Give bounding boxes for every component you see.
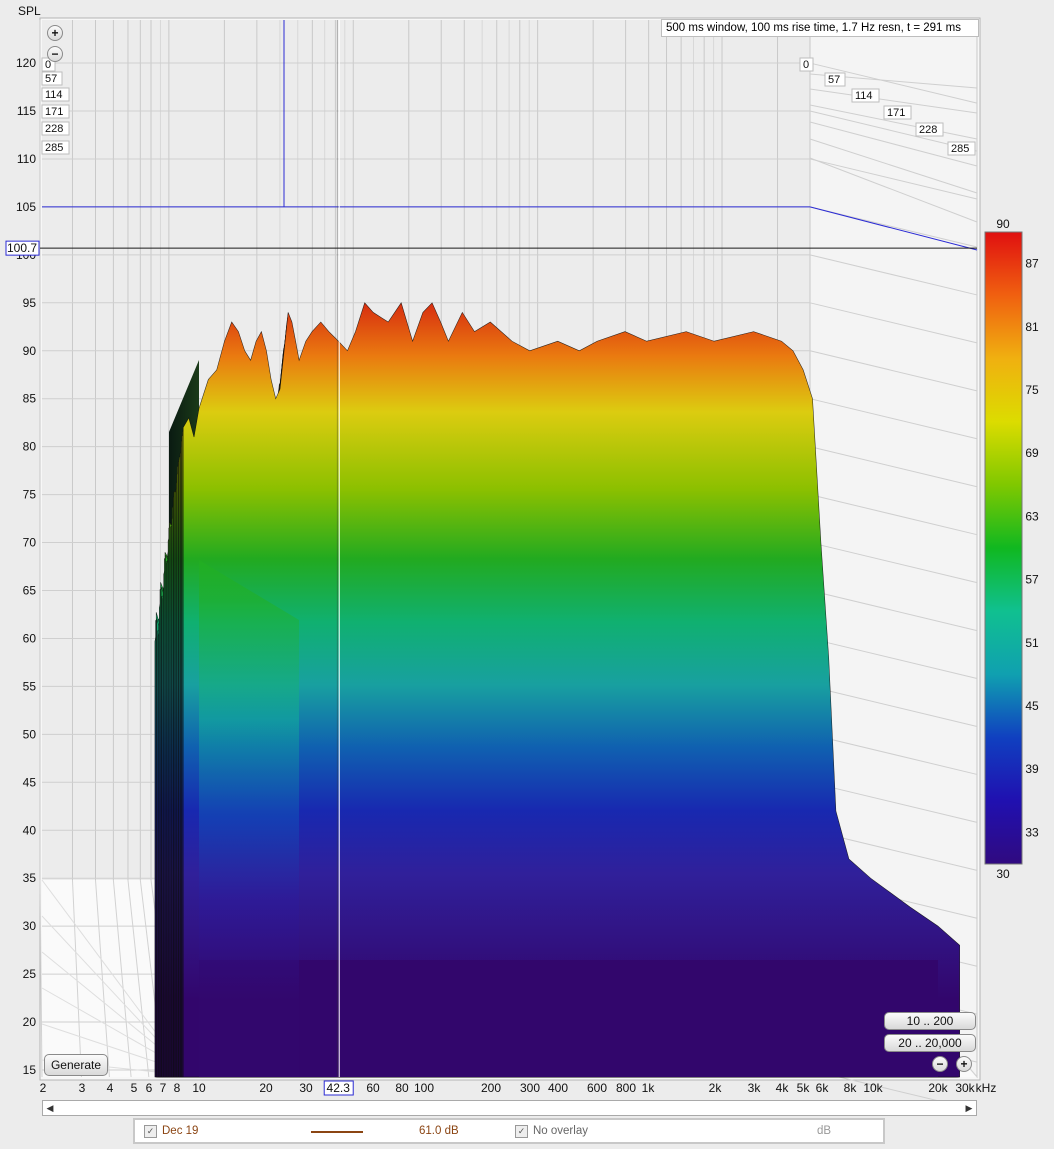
time-tick-label-left: 57 (45, 73, 57, 85)
x-tick-label: 100 (414, 1081, 434, 1095)
y-tick-label: 75 (23, 488, 37, 502)
colorbar-tick-label: 51 (1025, 636, 1039, 650)
y-tick-label: 95 (23, 296, 37, 310)
measurement-checkbox[interactable]: ✓ (144, 1125, 157, 1138)
zoom-in-horizontal-button[interactable]: + (956, 1056, 972, 1072)
y-tick-label: 70 (23, 536, 37, 550)
x-tick-label: 800 (616, 1081, 636, 1095)
colorbar-min-label: 30 (996, 867, 1010, 881)
scroll-left-icon[interactable]: ◀ (43, 1101, 57, 1115)
x-tick-label: 5k (797, 1081, 811, 1095)
time-tick-label-right: 0 (803, 59, 809, 71)
waterfall-plot[interactable]: 1520253035404550556065707580859095100105… (0, 0, 1054, 1149)
y-tick-label: 35 (23, 871, 37, 885)
y-tick-label: 25 (23, 967, 37, 981)
x-tick-label: 300 (520, 1081, 540, 1095)
y-tick-label: 115 (17, 104, 36, 118)
x-tick-label: 600 (587, 1081, 607, 1095)
overlay-checkbox[interactable]: ✓ (515, 1125, 528, 1138)
colorbar-tick-label: 75 (1025, 383, 1039, 397)
x-tick-label: 8 (174, 1081, 181, 1095)
time-tick-label-left: 285 (45, 142, 63, 154)
colorbar-tick-label: 39 (1025, 762, 1039, 776)
zoom-out-vertical-button[interactable]: − (47, 46, 63, 62)
zoom-out-horizontal-button[interactable]: − (932, 1056, 948, 1072)
time-tick-label-left: 171 (45, 106, 63, 118)
colorbar-tick-label: 45 (1025, 699, 1039, 713)
time-tick-label-right: 57 (828, 74, 840, 86)
frequency-cursor-label: 42.3 (327, 1081, 351, 1095)
horizontal-scrollbar[interactable]: ◀ ▶ (42, 1100, 977, 1116)
y-tick-label: 45 (23, 775, 37, 789)
time-tick-label-right: 228 (919, 124, 937, 136)
x-tick-label: 4 (107, 1081, 114, 1095)
time-tick-label-left: 228 (45, 123, 63, 135)
y-tick-label: 50 (23, 727, 37, 741)
x-tick-label: 20k (928, 1081, 948, 1095)
overlay-unit: dB (817, 1125, 832, 1137)
colorbar-tick-label: 87 (1025, 257, 1039, 271)
y-tick-label: 40 (23, 823, 37, 837)
y-tick-label: 110 (17, 152, 36, 166)
colorbar-tick-label: 81 (1025, 320, 1039, 334)
front-face-base (199, 960, 938, 1077)
x-tick-label: 6k (816, 1081, 830, 1095)
x-tick-label: 200 (481, 1081, 501, 1095)
y-tick-label: 60 (23, 631, 37, 645)
measurement-line-swatch (311, 1131, 363, 1133)
x-tick-label: 80 (395, 1081, 409, 1095)
zoom-in-vertical-button[interactable]: + (47, 25, 63, 41)
y-tick-label: 20 (23, 1015, 37, 1029)
y-tick-label: 85 (23, 392, 37, 406)
time-tick-label-left: 114 (45, 89, 63, 101)
measurement-name: Dec 19 (162, 1125, 199, 1137)
overlay-name: No overlay (533, 1125, 588, 1137)
y-tick-label: 120 (16, 56, 36, 70)
time-tick-label-right: 285 (951, 143, 969, 155)
analysis-info-box: 500 ms window, 100 ms rise time, 1.7 Hz … (661, 19, 979, 37)
y-tick-label: 55 (23, 679, 37, 693)
y-tick-label: 30 (23, 919, 37, 933)
y-tick-label: 90 (23, 344, 37, 358)
colorbar-max-label: 90 (996, 217, 1010, 231)
time-tick-label-right: 114 (855, 90, 873, 102)
y-tick-label: 65 (23, 584, 37, 598)
x-tick-label: 5 (131, 1081, 138, 1095)
x-tick-label: 2k (709, 1081, 723, 1095)
x-tick-label: 20 (259, 1081, 273, 1095)
x-tick-label: 10k (863, 1081, 883, 1095)
colorbar-tick-label: 33 (1025, 825, 1039, 839)
x-tick-label: 1k (642, 1081, 656, 1095)
x-tick-label: 2 (40, 1081, 47, 1095)
x-tick-label: 30 (299, 1081, 313, 1095)
colorbar-tick-label: 57 (1025, 573, 1039, 587)
x-axis-unit: kHz (976, 1081, 997, 1095)
colorbar-tick-label: 63 (1025, 509, 1039, 523)
x-tick-label: 3 (79, 1081, 86, 1095)
x-tick-label: 10 (192, 1081, 206, 1095)
scroll-right-icon[interactable]: ▶ (962, 1101, 976, 1115)
x-tick-label: 60 (366, 1081, 380, 1095)
y-tick-label: 105 (16, 200, 36, 214)
x-tick-label: 30k (955, 1081, 975, 1095)
time-tick-label-right: 171 (887, 107, 905, 119)
front-face-lowfreq (199, 560, 299, 1077)
x-tick-label: 8k (844, 1081, 858, 1095)
x-tick-label: 7 (160, 1081, 167, 1095)
measurement-legend: ✓ Dec 19 61.0 dB ✓ No overlay dB (133, 1118, 885, 1144)
generate-button[interactable]: Generate (44, 1054, 108, 1076)
y-axis-title: SPL (18, 4, 41, 18)
y-tick-label: 15 (23, 1063, 37, 1077)
level-cursor-label: 100.7 (7, 241, 37, 255)
colorbar (984, 231, 1023, 865)
x-tick-label: 4k (776, 1081, 790, 1095)
y-tick-label: 80 (23, 440, 37, 454)
range-10-200-button[interactable]: 10 .. 200 (884, 1012, 976, 1030)
colorbar-tick-label: 69 (1025, 446, 1039, 460)
x-tick-label: 6 (146, 1081, 153, 1095)
cursor-value: 61.0 dB (419, 1125, 459, 1137)
x-tick-label: 400 (548, 1081, 568, 1095)
x-tick-label: 3k (748, 1081, 762, 1095)
range-20-20000-button[interactable]: 20 .. 20,000 (884, 1034, 976, 1052)
